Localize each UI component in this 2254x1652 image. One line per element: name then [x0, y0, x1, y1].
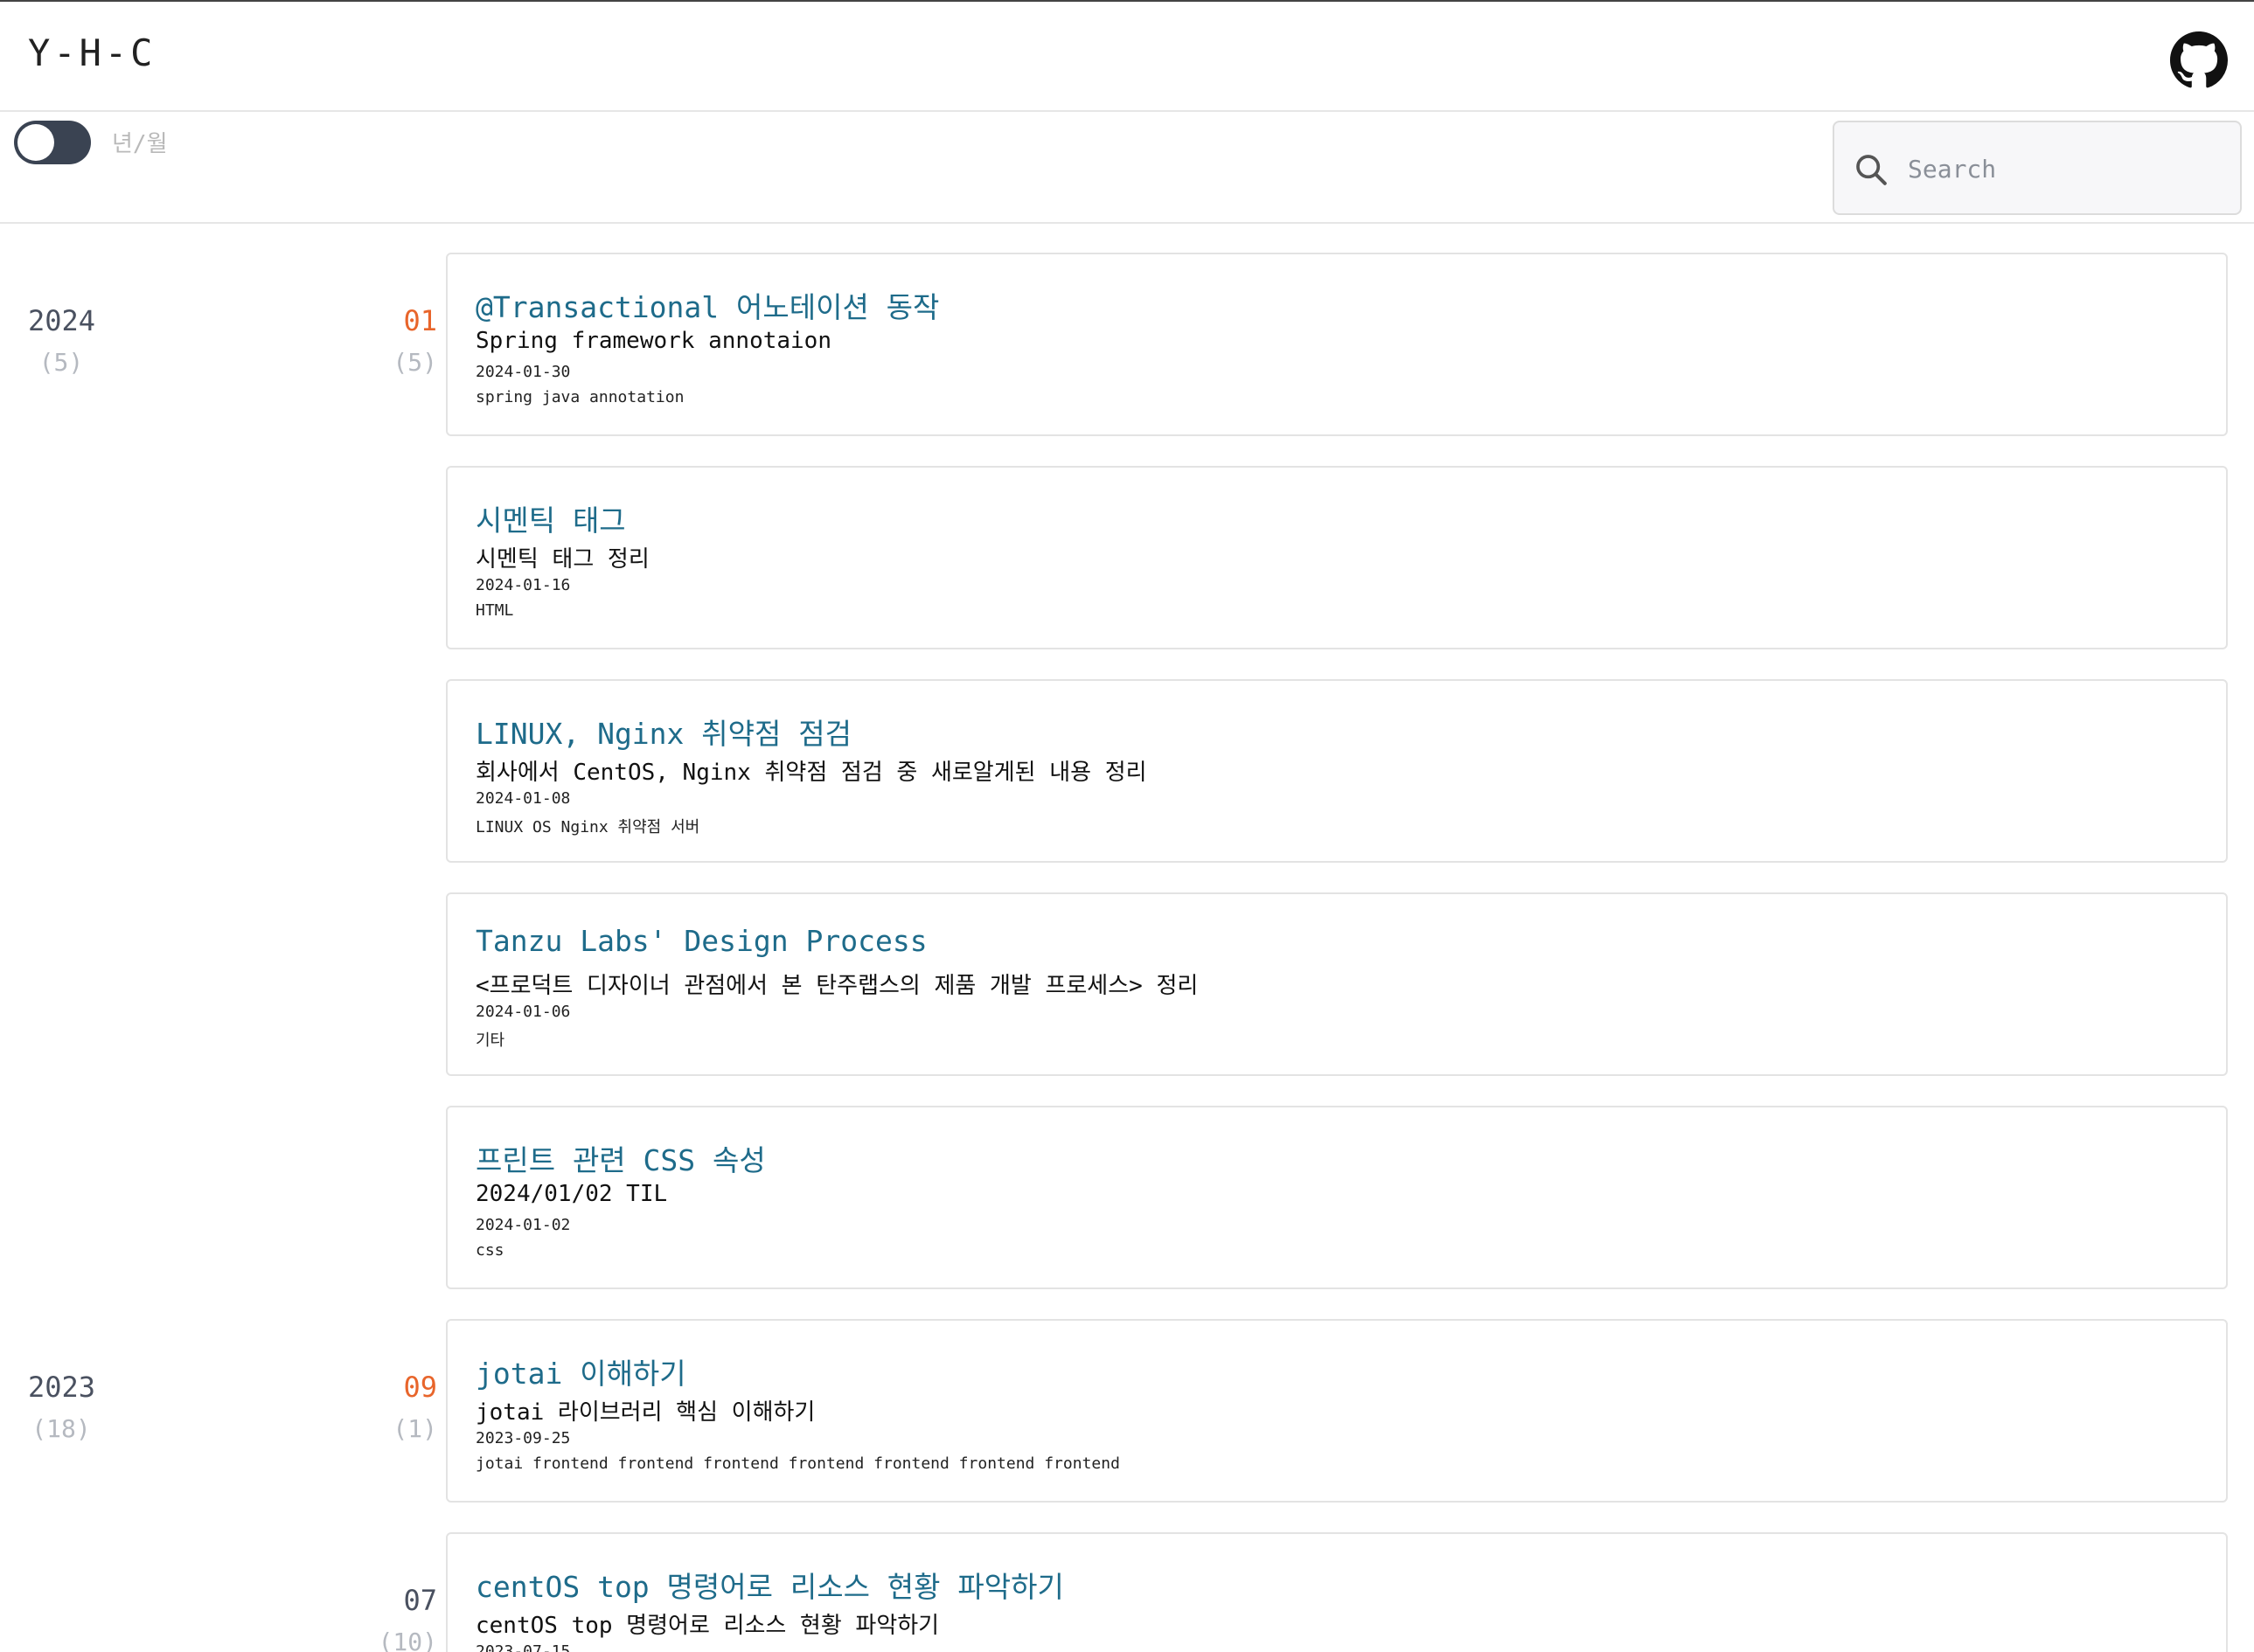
toggle-label: 년/월 [112, 131, 168, 157]
post-title[interactable]: jotai 이해하기 [476, 1350, 686, 1392]
month-count: (5) [393, 348, 437, 377]
month-label[interactable]: 09 [367, 1371, 437, 1404]
post-date: 2023-07-15 [476, 1642, 571, 1652]
post-description: 2024/01/02 TIL [476, 1181, 668, 1207]
post-card[interactable]: 프린트 관련 CSS 속성 2024/01/02 TIL 2024-01-02 … [446, 1106, 2228, 1289]
month-count: (10) [378, 1628, 437, 1652]
search-input[interactable] [1906, 143, 2224, 194]
post-card[interactable]: @Transactional 어노테이션 동작 Spring framework… [446, 253, 2228, 436]
post-tags: LINUX OS Nginx 취약점 서버 [476, 818, 700, 836]
post-description: <프로덕트 디자이너 관점에서 본 탄주랩스의 제품 개발 프로세스> 정리 [476, 973, 1199, 999]
post-description: jotai 라이브러리 핵심 이해하기 [476, 1399, 816, 1426]
post-title[interactable]: LINUX, Nginx 취약점 점검 [476, 711, 852, 753]
post-tags: css [476, 1241, 504, 1260]
post-title[interactable]: centOS top 명령어로 리소스 현황 파악하기 [476, 1564, 1064, 1606]
post-title[interactable]: 시멘틱 태그 [476, 497, 626, 539]
post-date: 2024-01-08 [476, 789, 571, 808]
post-timeline: 2024 (5) 01 (5) @Transactional 어노테이션 동작 … [0, 224, 2254, 1652]
year-label[interactable]: 2024 [28, 304, 95, 337]
post-card[interactable]: Tanzu Labs' Design Process <프로덕트 디자이너 관점… [446, 892, 2228, 1076]
year-count: (5) [38, 348, 84, 377]
post-tags: spring java annotation [476, 388, 685, 406]
search-box[interactable] [1833, 121, 2242, 215]
post-tags: HTML [476, 601, 514, 620]
post-tags: jotai frontend frontend frontend fronten… [476, 1454, 1120, 1473]
site-logo[interactable]: Y-H-C [28, 31, 156, 74]
post-description: centOS top 명령어로 리소스 현황 파악하기 [476, 1613, 940, 1639]
search-icon [1856, 155, 1887, 185]
post-card[interactable]: jotai 이해하기 jotai 라이브러리 핵심 이해하기 2023-09-2… [446, 1319, 2228, 1503]
toggle-knob [17, 124, 54, 161]
month-count: (1) [393, 1414, 437, 1443]
post-date: 2024-01-30 [476, 363, 571, 381]
post-date: 2024-01-02 [476, 1216, 571, 1234]
year-label[interactable]: 2023 [28, 1371, 95, 1404]
month-label[interactable]: 01 [367, 304, 437, 337]
post-title[interactable]: 프린트 관련 CSS 속성 [476, 1137, 766, 1179]
post-description: 회사에서 CentOS, Nginx 취약점 점검 중 새로알게된 내용 정리 [476, 760, 1147, 786]
post-description: Spring framework annotaion [476, 328, 831, 354]
toolbar: 년/월 [0, 112, 2254, 224]
year-month-toggle[interactable] [14, 121, 91, 164]
post-date: 2024-01-06 [476, 1003, 571, 1021]
post-description: 시멘틱 태그 정리 [476, 546, 650, 573]
post-tags: 기타 [476, 1031, 505, 1050]
post-card[interactable]: centOS top 명령어로 리소스 현황 파악하기 centOS top 명… [446, 1532, 2228, 1652]
post-card[interactable]: LINUX, Nginx 취약점 점검 회사에서 CentOS, Nginx 취… [446, 679, 2228, 863]
post-card[interactable]: 시멘틱 태그 시멘틱 태그 정리 2024-01-16 HTML [446, 466, 2228, 649]
post-title[interactable]: Tanzu Labs' Design Process [476, 924, 928, 958]
site-header: Y-H-C [0, 2, 2254, 112]
post-title[interactable]: @Transactional 어노테이션 동작 [476, 284, 939, 326]
month-label[interactable]: 07 [367, 1584, 437, 1617]
year-count: (18) [31, 1414, 91, 1443]
post-date: 2024-01-16 [476, 576, 571, 594]
github-icon[interactable] [2170, 31, 2228, 89]
post-date: 2023-09-25 [476, 1429, 571, 1447]
